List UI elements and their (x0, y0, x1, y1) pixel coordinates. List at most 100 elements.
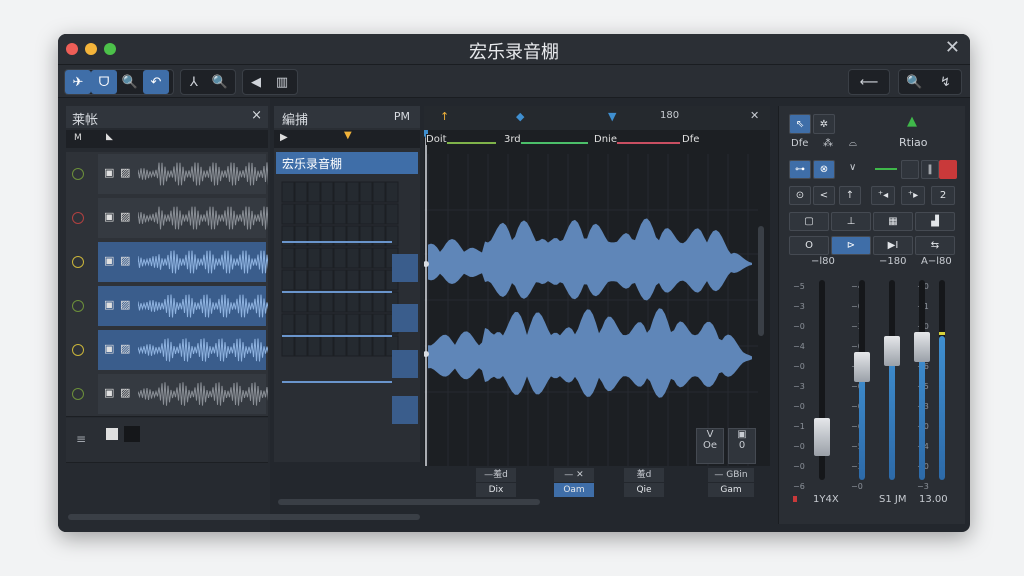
track-row[interactable]: ▣ ▨ (66, 372, 268, 417)
mini-button-v[interactable]: V Oe (696, 428, 724, 464)
grid-cell[interactable] (346, 335, 360, 357)
section-label[interactable]: 3rd (504, 134, 521, 145)
fader-track[interactable] (919, 280, 925, 480)
grid-icon[interactable]: ▥ (269, 70, 295, 94)
section-label[interactable]: Dnie (594, 134, 617, 145)
track-edit-icon[interactable]: ▨ (120, 386, 130, 399)
audio-waveform[interactable] (428, 308, 752, 398)
star-tool-button[interactable]: ✲ (813, 114, 835, 134)
grid-cell[interactable] (333, 181, 347, 203)
back-arrow-icon[interactable]: ⟵ (849, 70, 889, 94)
grid-cell[interactable] (372, 335, 386, 357)
grid-cell[interactable] (372, 313, 386, 335)
grid-cell[interactable] (294, 247, 308, 269)
grid-cell[interactable] (346, 247, 360, 269)
grid-cell[interactable] (346, 181, 360, 203)
grid-cell[interactable] (320, 269, 334, 291)
fader-track[interactable] (889, 280, 895, 480)
grid-cell[interactable] (320, 181, 334, 203)
grid-cell[interactable] (320, 203, 334, 225)
inspector-icon[interactable]: ⌓ (849, 138, 857, 149)
locator-marker-icon[interactable]: ↑ (440, 110, 449, 123)
grid-cell[interactable] (320, 291, 334, 313)
grid-cell[interactable] (359, 335, 373, 357)
grid-cell[interactable] (359, 247, 373, 269)
track-edit-icon[interactable]: ▨ (120, 166, 130, 179)
grid-cell[interactable] (346, 313, 360, 335)
track-led[interactable] (72, 388, 84, 400)
grid-cell[interactable] (307, 247, 321, 269)
grid-cell[interactable] (333, 269, 347, 291)
grid-cell[interactable] (294, 291, 308, 313)
inspector-button[interactable]: ▦ (873, 212, 913, 231)
horizontal-scrollbar[interactable] (278, 499, 540, 505)
fader-handle[interactable] (884, 336, 900, 366)
link-button[interactable]: ⊶ (789, 160, 811, 179)
grid-cell[interactable] (359, 269, 373, 291)
marker-tool-icon[interactable]: ⅄ (181, 70, 207, 94)
grid-cell[interactable] (281, 247, 295, 269)
inspector-button[interactable]: ⁺▸ (901, 186, 925, 205)
grid-cell[interactable] (281, 313, 295, 335)
inspect-icon[interactable]: 🔍 (899, 70, 930, 94)
inspector-button[interactable]: < (813, 186, 835, 205)
fader-handle[interactable] (914, 332, 930, 362)
inspector-button[interactable]: ▟ (915, 212, 955, 231)
track-led[interactable] (72, 344, 84, 356)
section-label[interactable]: Doit (426, 134, 447, 145)
loop-marker-icon[interactable]: ▼ (608, 110, 616, 123)
grid-cell[interactable] (294, 181, 308, 203)
inspector-button[interactable]: ↑ (839, 186, 861, 205)
grid-cell[interactable] (346, 291, 360, 313)
region-fade[interactable] (392, 304, 418, 332)
track-led[interactable] (72, 256, 84, 268)
track-row-empty[interactable]: ≡ (66, 418, 268, 463)
track-led[interactable] (72, 300, 84, 312)
grid-cell[interactable] (307, 291, 321, 313)
horizontal-scrollbar[interactable] (68, 514, 420, 520)
grid-cell[interactable] (307, 313, 321, 335)
track-edit-icon[interactable]: ▨ (120, 342, 130, 355)
inspector-icon[interactable]: ⁂ (823, 138, 833, 149)
track-edit-icon[interactable]: ▨ (120, 210, 130, 223)
grid-cell[interactable] (359, 203, 373, 225)
inspector-button[interactable]: ⊳ (831, 236, 871, 255)
inspector-button[interactable]: ⇆ (915, 236, 955, 255)
inspector-button[interactable]: ⊥ (831, 212, 871, 231)
grid-cell[interactable] (372, 203, 386, 225)
solo-button[interactable]: ‖ (921, 160, 939, 179)
grid-cell[interactable] (333, 203, 347, 225)
grid-cell[interactable] (281, 291, 295, 313)
pointer-tool-icon[interactable]: ✈ (65, 70, 91, 94)
inspector-button[interactable]: ▶I (873, 236, 913, 255)
track-edit-icon[interactable]: ▨ (120, 254, 130, 267)
section-label[interactable]: Dfe (682, 134, 700, 145)
inspector-button[interactable]: ⊙ (789, 186, 811, 205)
menu-icon[interactable]: ≡ (76, 432, 86, 446)
grid-cell[interactable] (294, 203, 308, 225)
inspector-button[interactable]: ▢ (789, 212, 829, 231)
grid-cell[interactable] (307, 181, 321, 203)
grid-cell[interactable] (320, 335, 334, 357)
grid-cell[interactable] (346, 269, 360, 291)
grid-cell[interactable] (307, 269, 321, 291)
inspector-button[interactable]: O (789, 236, 829, 255)
bottom-control[interactable]: —羞d Dix (476, 468, 516, 498)
search-icon[interactable]: 🔍 (207, 70, 233, 94)
vertical-scrollbar[interactable] (758, 226, 764, 336)
fader-handle[interactable] (814, 418, 830, 456)
grid-cell[interactable] (307, 335, 321, 357)
track-row[interactable]: ▣ ▨ (66, 284, 268, 329)
select-tool-button[interactable]: ⇖ (789, 114, 811, 134)
chevron-down-icon[interactable]: ∨ (849, 162, 856, 173)
track-row[interactable]: ▣ ▨ (66, 328, 268, 373)
close-icon[interactable]: ✕ (750, 109, 759, 122)
inspector-button[interactable]: 2 (931, 186, 955, 205)
grid-cell[interactable] (372, 181, 386, 203)
track-led[interactable] (72, 168, 84, 180)
grid-cell[interactable] (333, 335, 347, 357)
grid-cell[interactable] (359, 181, 373, 203)
fader-handle[interactable] (854, 352, 870, 382)
record-arm-button[interactable] (939, 160, 957, 179)
record-button[interactable]: ⊗ (813, 160, 835, 179)
